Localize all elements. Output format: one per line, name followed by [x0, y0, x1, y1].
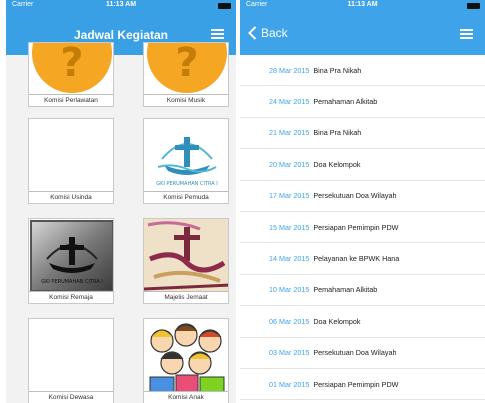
- church-logo-gray-icon: GKI PERUMAHAN CITRA I: [29, 219, 113, 291]
- tile-label: Majelis Jemaat: [144, 291, 228, 303]
- battery-icon: [218, 3, 231, 9]
- event-row[interactable]: 01 Mar 2015 Persiapan Pemimpin PDW: [240, 369, 485, 401]
- event-date: 06 Mar 2015: [269, 316, 310, 326]
- blank-image: [29, 119, 113, 191]
- event-row[interactable]: 15 Mar 2015 Persiapan Pemimpin PDW: [240, 212, 485, 244]
- status-time: 11:13 AM: [105, 1, 137, 8]
- event-title: Persekutuan Doa Wilayah: [313, 191, 397, 201]
- tile-label: Komisi Musik: [144, 94, 228, 106]
- cross-art-icon: [144, 219, 228, 291]
- event-row[interactable]: 06 Mar 2015 Doa Kelompok: [240, 306, 485, 338]
- category-tile[interactable]: Komisi Usinda: [28, 118, 114, 204]
- category-tile[interactable]: Majelis Jemaat: [143, 218, 229, 304]
- category-tile[interactable]: GKI PERUMAHAN CITRA I Komisi Remaja: [28, 218, 114, 304]
- event-date: 21 Mar 2015: [269, 128, 310, 138]
- church-logo-icon: GKI PERUMAHAN CITRA I: [144, 119, 228, 191]
- tile-label: Komisi Usinda: [29, 191, 113, 203]
- event-row[interactable]: 17 Mar 2015 Persekutuan Doa Wilayah: [240, 181, 485, 212]
- blank-image: [29, 319, 113, 391]
- status-bar: Carrier 11:13 AM: [240, 0, 485, 12]
- event-date: 24 Mar 2015: [269, 97, 310, 107]
- event-date: 17 Mar 2015: [269, 191, 310, 201]
- event-title: Bina Pra Nikah: [313, 128, 362, 138]
- status-time: 11:13 AM: [347, 1, 378, 8]
- event-row[interactable]: 14 Mar 2015 Pelayanan ke BPWK Hana: [240, 243, 485, 275]
- back-button[interactable]: Back: [248, 26, 288, 40]
- svg-text:?: ?: [175, 43, 198, 86]
- event-title: Persiapan Pemimpin PDW: [313, 379, 399, 389]
- event-date: 20 Mar 2015: [269, 159, 310, 169]
- category-tile[interactable]: ? Komisi Perlawatan: [28, 42, 114, 107]
- hamburger-menu-icon[interactable]: [211, 29, 224, 39]
- hamburger-menu-icon[interactable]: [460, 29, 473, 39]
- back-label: Back: [261, 26, 288, 40]
- event-title: Doa Kelompok: [313, 316, 361, 326]
- event-title: Persiapan Pemimpin PDW: [313, 222, 399, 232]
- tile-label: Komisi Pemuda: [144, 191, 228, 203]
- category-tile[interactable]: Komisi Dewasa: [28, 318, 114, 403]
- status-bar: Carrier 11:13 AM: [6, 0, 236, 12]
- event-date: 03 Mar 2015: [269, 348, 310, 358]
- event-title: Pemahaman Alkitab: [313, 97, 378, 107]
- event-date: 15 Mar 2015: [269, 222, 310, 232]
- category-tile[interactable]: ? Komisi Musik: [143, 42, 229, 107]
- children-icon: [144, 319, 228, 391]
- battery-icon: [467, 3, 480, 9]
- event-row[interactable]: 03 Mar 2015 Persekutuan Doa Wilayah: [240, 338, 485, 369]
- tile-label: Komisi Anak: [144, 391, 228, 403]
- event-date: 28 Mar 2015: [269, 65, 310, 75]
- question-icon: ?: [144, 43, 228, 94]
- svg-text:GKI PERUMAHAN CITRA I: GKI PERUMAHAN CITRA I: [41, 279, 103, 285]
- event-date: 10 Mar 2015: [269, 285, 310, 295]
- event-title: Persekutuan Doa Wilayah: [313, 348, 397, 358]
- event-row[interactable]: 28 Mar 2015 Bina Pra Nikah: [240, 55, 485, 87]
- svg-text:GKI PERUMAHAN CITRA I: GKI PERUMAHAN CITRA I: [156, 181, 218, 187]
- event-row[interactable]: 24 Mar 2015 Pemahaman Alkitab: [240, 86, 485, 118]
- chevron-left-icon: [248, 26, 257, 40]
- navigation-bar: Carrier 11:13 AM Back: [240, 0, 485, 55]
- event-title: Doa Kelompok: [313, 159, 361, 169]
- tile-label: Komisi Perlawatan: [29, 94, 113, 106]
- event-date: 01 Mar 2015: [269, 379, 310, 389]
- event-row[interactable]: 10 Mar 2015 Pemahaman Alkitab: [240, 275, 485, 307]
- event-list: 28 Mar 2015 Bina Pra Nikah 24 Mar 2015 Pema…: [240, 55, 485, 401]
- tile-label: Komisi Remaja: [29, 291, 113, 303]
- event-list-screen: Carrier 11:13 AM Back 28 Mar 2015 Bina Pr…: [240, 0, 485, 403]
- event-title: Bina Pra Nikah: [313, 65, 362, 75]
- question-icon: ?: [29, 43, 113, 94]
- event-row[interactable]: 21 Mar 2015 Bina Pra Nikah: [240, 118, 485, 150]
- event-title: Pemahaman Alkitab: [313, 285, 378, 295]
- svg-text:?: ?: [60, 43, 83, 86]
- event-title: Pelayanan ke BPWK Hana: [313, 254, 400, 264]
- tile-label: Komisi Dewasa: [29, 391, 113, 403]
- page-title: Jadwal Kegiatan: [73, 28, 169, 42]
- category-tile[interactable]: Komisi Anak: [143, 318, 229, 403]
- schedule-category-screen: Carrier 11:13 AM Jadwal Kegiatan ? Komis…: [6, 0, 236, 403]
- event-row[interactable]: 20 Mar 2015 Doa Kelompok: [240, 149, 485, 181]
- event-date: 14 Mar 2015: [269, 254, 310, 264]
- category-tile[interactable]: GKI PERUMAHAN CITRA I Komisi Pemuda: [143, 118, 229, 204]
